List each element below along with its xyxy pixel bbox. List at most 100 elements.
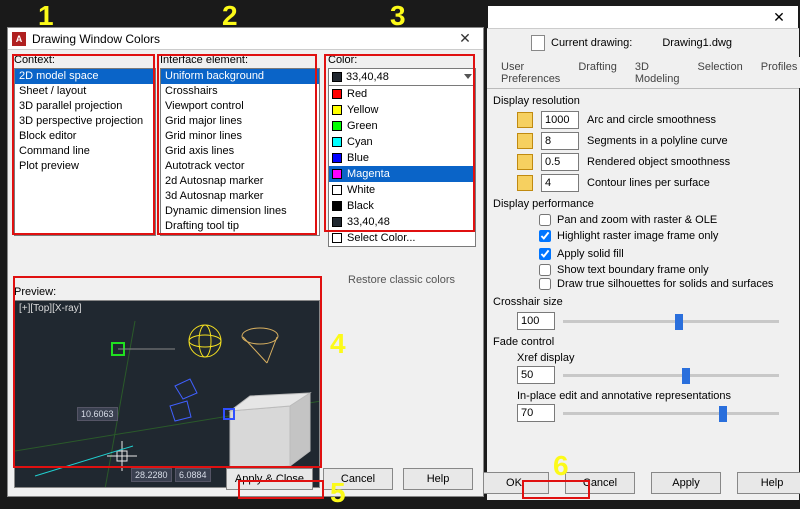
interface-element-item[interactable]: Crosshairs [161,84,319,99]
inplace-slider[interactable] [563,412,779,415]
color-item[interactable]: White [329,182,475,198]
options-cancel-button[interactable]: Cancel [565,472,635,494]
inplace-input[interactable] [517,404,555,422]
apply-close-button[interactable]: Apply & Close [226,468,313,490]
display-resolution-group: Display resolution Arc and circle smooth… [517,95,791,192]
tab-profiles[interactable]: Profiles [753,57,800,88]
interface-element-item[interactable]: Drafting tool tip contour [161,234,319,236]
tab-selection[interactable]: Selection [689,57,750,88]
dialog-cancel-button[interactable]: Cancel [323,468,393,490]
resolution-text: Rendered object smoothness [587,156,730,168]
resolution-input[interactable] [541,111,579,129]
color-item-label: Select Color... [347,231,415,245]
display-resolution-label: Display resolution [493,95,791,107]
interface-element-item[interactable]: Viewport control [161,99,319,114]
display-resolution-row: Segments in a polyline curve [517,132,791,150]
option-icon [517,133,533,149]
interface-element-item[interactable]: 3d Autosnap marker [161,189,319,204]
ok-button[interactable]: OK [479,472,549,494]
color-item[interactable]: Blue [329,150,475,166]
color-dropdown-list[interactable]: RedYellowGreenCyanBlueMagenta White Black3… [328,86,476,247]
context-label: Context: [14,54,156,66]
color-item[interactable]: Yellow [329,102,475,118]
fade-control-group: Fade control Xref display In-place edit … [517,336,791,422]
color-swatch-icon [332,72,342,82]
context-item[interactable]: 3D perspective projection [15,114,155,129]
preview-label: Preview: [14,286,56,298]
context-item[interactable]: Sheet / layout [15,84,155,99]
context-listbox[interactable]: 2D model spaceSheet / layout3D parallel … [14,68,156,236]
color-item[interactable]: 33,40,48 [329,214,475,230]
color-item[interactable]: Magenta [329,166,475,182]
preview-viewport: [+][Top][X-ray] [14,300,320,488]
performance-checkbox[interactable] [539,278,551,290]
color-item[interactable]: Select Color... [329,230,475,246]
context-column: Context: 2D model spaceSheet / layout3D … [14,54,156,236]
color-item[interactable]: Red [329,86,475,102]
performance-checkbox[interactable] [539,264,551,276]
resolution-input[interactable] [541,132,579,150]
performance-checkbox[interactable] [539,248,551,260]
xref-display-input[interactable] [517,366,555,384]
context-item[interactable]: 2D model space [15,69,155,84]
interface-element-item[interactable]: Grid axis lines [161,144,319,159]
interface-element-item[interactable]: Dynamic dimension lines [161,204,319,219]
option-icon [517,246,533,262]
color-item-label: Yellow [347,103,378,117]
performance-checkbox[interactable] [539,214,551,226]
context-item[interactable]: Command line [15,144,155,159]
color-item-label: Magenta [347,167,390,181]
color-combobox[interactable]: 33,40,48 [328,68,476,86]
tab-drafting[interactable]: Drafting [570,57,625,88]
interface-element-item[interactable]: Uniform background [161,69,319,84]
xref-display-label: Xref display [517,352,791,364]
options-close-icon[interactable]: ✕ [766,9,792,26]
interface-element-listbox[interactable]: Uniform backgroundCrosshairsViewport con… [160,68,320,236]
interface-element-item[interactable]: Drafting tool tip [161,219,319,234]
apply-button[interactable]: Apply [651,472,721,494]
performance-checkbox[interactable] [539,230,551,242]
color-item[interactable]: Black [329,198,475,214]
options-button-row: OK Cancel Apply Help [487,472,799,494]
crosshair-slider[interactable] [563,320,779,323]
display-performance-group: Display performance Pan and zoom with ra… [517,198,791,290]
options-tabs: User Preferences Drafting 3D Modeling Se… [487,57,799,89]
autocad-logo-icon: A [12,32,26,46]
tab-3d-modeling[interactable]: 3D Modeling [627,57,688,88]
dialog-titlebar[interactable]: A Drawing Window Colors ✕ [8,28,483,50]
color-item-label: Black [347,199,374,213]
interface-element-item[interactable]: Grid minor lines [161,129,319,144]
options-help-button[interactable]: Help [737,472,800,494]
resolution-text: Segments in a polyline curve [587,135,728,147]
dialog-title: Drawing Window Colors [32,32,451,46]
color-swatch-icon [332,169,342,179]
resolution-input[interactable] [541,174,579,192]
color-item-label: White [347,183,375,197]
tab-user-preferences[interactable]: User Preferences [493,57,568,88]
dialog-help-button[interactable]: Help [403,468,473,490]
crosshair-input[interactable] [517,312,555,330]
preview-drawing-icon [15,301,320,488]
option-icon [517,154,533,170]
context-item[interactable]: Block editor [15,129,155,144]
context-item[interactable]: 3D parallel projection [15,99,155,114]
interface-element-item[interactable]: Autotrack vector [161,159,319,174]
interface-element-item[interactable]: Grid major lines [161,114,319,129]
context-item[interactable]: Plot preview [15,159,155,174]
resolution-text: Arc and circle smoothness [587,114,716,126]
close-icon[interactable]: ✕ [451,29,479,49]
interface-element-item[interactable]: 2d Autosnap marker [161,174,319,189]
dimension-tooltip-2b: 6.0884 [175,468,211,482]
color-item[interactable]: Cyan [329,134,475,150]
performance-check-label: Show text boundary frame only [557,264,709,276]
xref-display-slider[interactable] [563,374,779,377]
options-panel: Current drawing: Drawing1.dwg User Prefe… [487,28,799,500]
performance-check-label: Draw true silhouettes for solids and sur… [557,278,773,290]
current-drawing-name: Drawing1.dwg [662,37,732,49]
color-column: Color: 33,40,48 RedYellowGreenCyanBlueMa… [328,54,476,247]
resolution-input[interactable] [541,153,579,171]
color-swatch-icon [332,121,342,131]
color-item[interactable]: Green [329,118,475,134]
dimension-tooltip-2a: 28.2280 [131,468,172,482]
restore-classic-colors-link[interactable]: Restore classic colors [348,274,455,286]
